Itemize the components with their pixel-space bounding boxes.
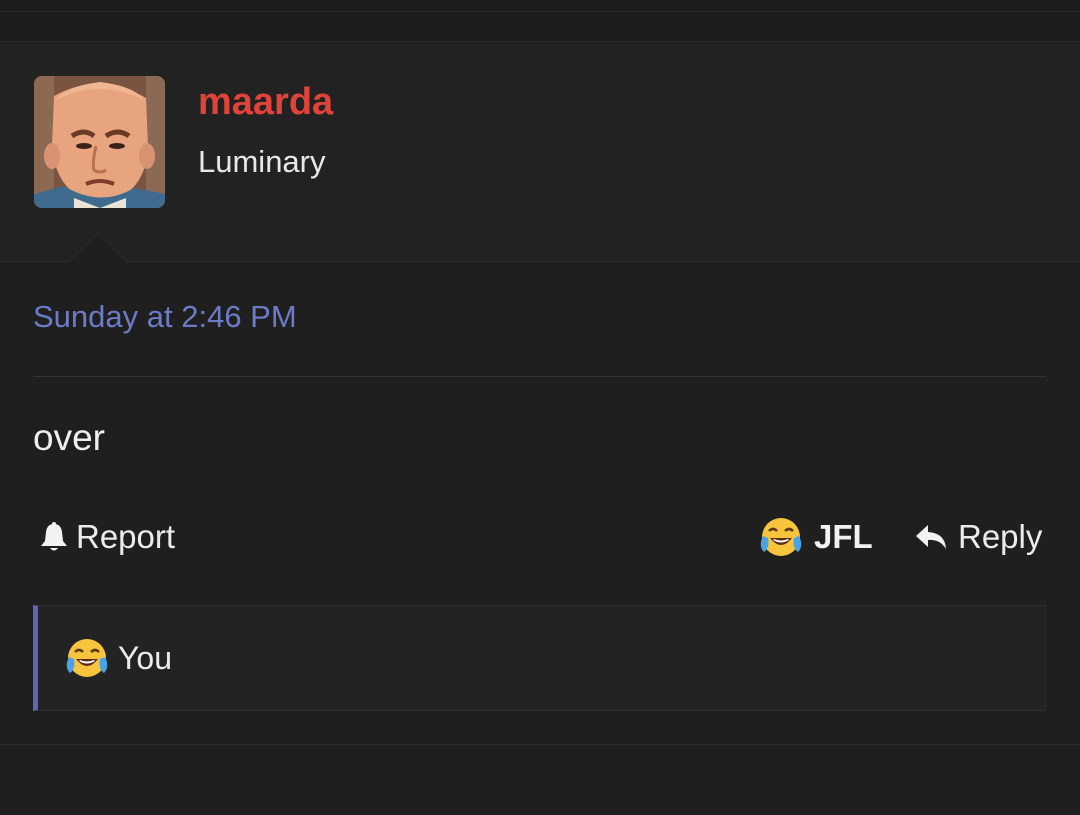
reactions-summary[interactable]: You — [33, 605, 1046, 711]
reply-arrow-icon — [914, 521, 950, 553]
report-button[interactable]: Report — [38, 515, 175, 559]
pointer-arrow — [68, 234, 128, 263]
cartoon-face-avatar-icon — [34, 76, 165, 208]
username-link[interactable]: maarda — [198, 81, 333, 124]
report-label: Report — [76, 518, 176, 555]
reactions-summary-text: You — [118, 639, 172, 676]
bell-icon — [38, 521, 70, 553]
reply-label: Reply — [958, 518, 1043, 555]
page: maarda Luminary Sunday at 2:46 PM over R… — [0, 0, 1080, 815]
post-date-link[interactable]: Sunday at 2:46 PM — [33, 299, 297, 335]
previous-post-edge — [0, 0, 1080, 42]
tears-of-joy-icon — [760, 516, 802, 558]
user-title: Luminary — [198, 144, 326, 179]
user-block: maarda Luminary — [0, 43, 1080, 263]
reaction-button[interactable]: JFL — [760, 515, 873, 559]
divider — [0, 11, 1080, 12]
divider — [33, 376, 1046, 377]
reaction-label: JFL — [814, 518, 873, 555]
avatar[interactable] — [34, 76, 165, 208]
reply-button[interactable]: Reply — [914, 515, 1042, 559]
next-post-edge — [0, 745, 1080, 815]
post-message: over — [33, 417, 105, 458]
post: maarda Luminary Sunday at 2:46 PM over R… — [0, 43, 1080, 745]
tears-of-joy-icon — [66, 637, 108, 679]
